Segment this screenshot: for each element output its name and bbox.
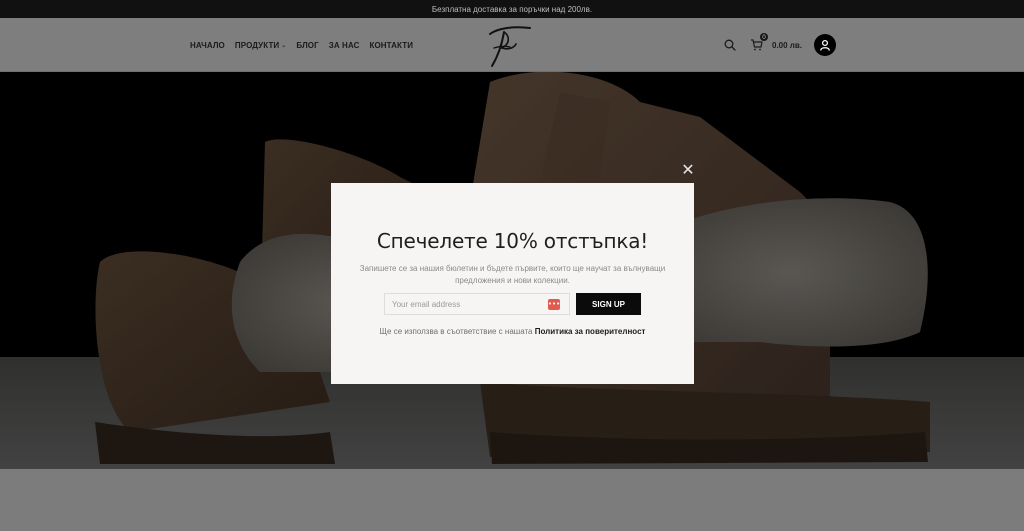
nav-item-about[interactable]: ЗА НАС (329, 41, 360, 50)
page-content-area (0, 469, 1024, 531)
cart-count-badge: 0 (760, 33, 768, 41)
nav-item-label: НАЧАЛО (190, 40, 225, 50)
header-actions: 0 0.00 лв. (722, 18, 837, 72)
nav-item-label: КОНТАКТИ (369, 40, 414, 50)
newsletter-popup: Спечелете 10% отстъпка! Запишете се за н… (331, 183, 694, 384)
nav-item-blog[interactable]: БЛОГ (296, 41, 318, 50)
site-logo[interactable] (480, 22, 536, 70)
nav-item-contacts[interactable]: КОНТАКТИ (370, 41, 414, 50)
consent-text: Ще се използва в съответствие с нашата (379, 327, 533, 336)
email-field[interactable] (392, 299, 542, 309)
popup-description: Запишете се за нашия бюлетин и бъдете пъ… (359, 264, 666, 285)
user-icon[interactable] (814, 34, 837, 56)
cart-total[interactable]: 0.00 лв. (772, 41, 802, 50)
nav-item-label: БЛОГ (296, 40, 319, 50)
free-shipping-text: Безплатна доставка за поръчки над 200лв. (431, 4, 593, 14)
search-icon[interactable] (722, 37, 738, 53)
free-shipping-bar: Безплатна доставка за поръчки над 200лв. (0, 0, 1024, 18)
consent-note: Ще се използва в съответствие с нашата П… (331, 327, 694, 336)
close-icon[interactable]: ✕ (680, 162, 696, 178)
nav-item-label: ПРОДУКТИ (234, 40, 280, 50)
sign-up-button[interactable]: SIGN UP (576, 293, 641, 315)
chevron-down-icon: ⌄ (281, 42, 287, 49)
site-header: НАЧАЛО ПРОДУКТИ ⌄ БЛОГ ЗА НАС КОНТАКТИ 0… (0, 18, 1024, 72)
logo-f-icon (489, 26, 531, 67)
nav-item-products[interactable]: ПРОДУКТИ ⌄ (235, 41, 287, 50)
nav-item-label: ЗА НАС (328, 40, 360, 50)
email-field-wrapper: ••• (384, 293, 570, 315)
popup-title: Спечелете 10% отстъпка! (376, 229, 649, 253)
newsletter-form: ••• SIGN UP (384, 293, 641, 315)
main-nav: НАЧАЛО ПРОДУКТИ ⌄ БЛОГ ЗА НАС КОНТАКТИ (190, 18, 413, 72)
privacy-policy-link[interactable]: Политика за поверителност (535, 327, 646, 336)
password-manager-icon[interactable]: ••• (548, 299, 560, 310)
cart-icon[interactable]: 0 (748, 33, 768, 53)
nav-item-home[interactable]: НАЧАЛО (190, 41, 225, 50)
